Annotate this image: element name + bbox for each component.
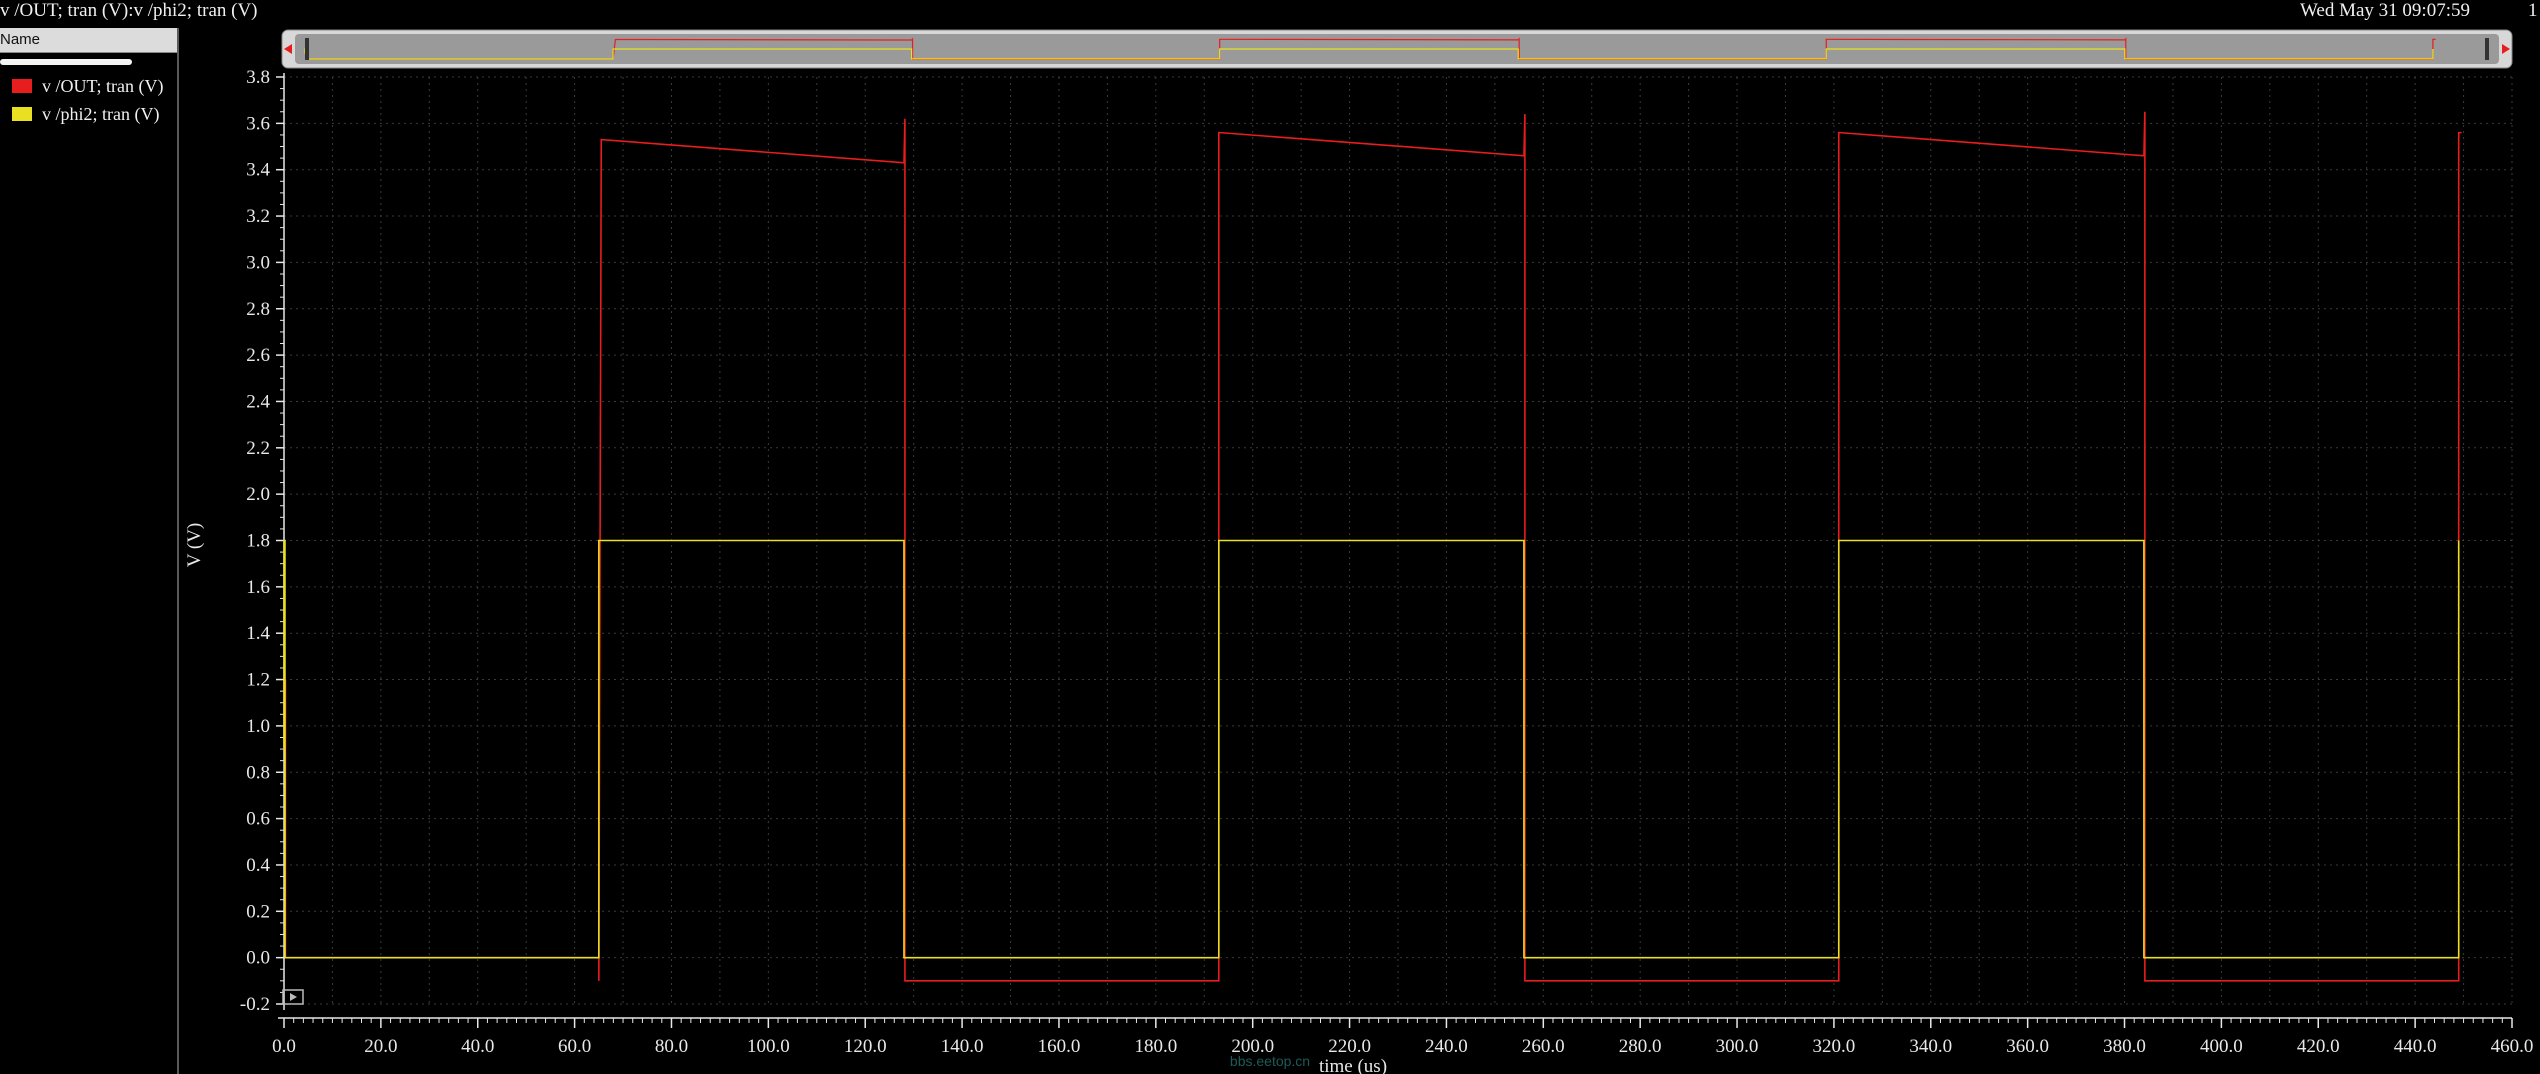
x-tick-label: 280.0 bbox=[1619, 1036, 1662, 1057]
x-tick-label: 220.0 bbox=[1328, 1036, 1371, 1057]
x-tick-label: 100.0 bbox=[747, 1036, 790, 1057]
y-tick-label: 3.0 bbox=[246, 252, 270, 273]
x-tick-label: 420.0 bbox=[2297, 1036, 2340, 1057]
waveform-plot[interactable]: -0.20.00.20.40.60.81.01.21.41.61.82.02.2… bbox=[0, 0, 2540, 1074]
y-tick-label: 1.2 bbox=[246, 670, 270, 691]
y-tick-label: 0.6 bbox=[246, 809, 270, 830]
y-tick-label: 2.2 bbox=[246, 438, 270, 459]
y-tick-label: 0.4 bbox=[246, 855, 270, 876]
watermark: bbs.eetop.cn bbox=[1230, 1053, 1310, 1069]
x-tick-label: 0.0 bbox=[272, 1036, 296, 1057]
trace-phi2 bbox=[283, 539, 2460, 959]
y-tick-label: 1.8 bbox=[246, 531, 270, 552]
plot-axes: -0.20.00.20.40.60.81.01.21.41.61.82.02.2… bbox=[240, 67, 2533, 1057]
y-axis-title: V (V) bbox=[184, 523, 205, 568]
x-tick-label: 160.0 bbox=[1038, 1036, 1081, 1057]
x-tick-label: 20.0 bbox=[364, 1036, 397, 1057]
overview-right-handle-icon[interactable] bbox=[2485, 38, 2489, 60]
x-tick-label: 240.0 bbox=[1425, 1036, 1468, 1057]
y-tick-label: -0.2 bbox=[240, 994, 270, 1015]
y-tick-label: 3.6 bbox=[246, 113, 270, 134]
play-button[interactable] bbox=[282, 989, 304, 1005]
trace-out bbox=[283, 111, 2462, 982]
x-tick-label: 300.0 bbox=[1716, 1036, 1759, 1057]
play-icon bbox=[290, 993, 297, 1001]
x-tick-label: 40.0 bbox=[461, 1036, 494, 1057]
y-tick-label: 2.8 bbox=[246, 299, 270, 320]
x-tick-label: 140.0 bbox=[941, 1036, 984, 1057]
x-tick-label: 440.0 bbox=[2394, 1036, 2437, 1057]
y-tick-label: 1.0 bbox=[246, 716, 270, 737]
x-tick-label: 340.0 bbox=[1909, 1036, 1952, 1057]
x-axis-title: time (us) bbox=[1319, 1056, 1387, 1074]
x-tick-label: 260.0 bbox=[1522, 1036, 1565, 1057]
overview-left-handle-icon[interactable] bbox=[305, 38, 309, 60]
y-tick-label: 1.4 bbox=[246, 623, 270, 644]
y-tick-label: 2.0 bbox=[246, 484, 270, 505]
y-tick-label: 3.2 bbox=[246, 206, 270, 227]
x-tick-label: 60.0 bbox=[558, 1036, 591, 1057]
plot-traces bbox=[283, 111, 2462, 982]
x-tick-label: 400.0 bbox=[2200, 1036, 2243, 1057]
y-tick-label: 0.2 bbox=[246, 901, 270, 922]
y-tick-label: 2.6 bbox=[246, 345, 270, 366]
x-tick-label: 80.0 bbox=[655, 1036, 688, 1057]
x-tick-label: 120.0 bbox=[844, 1036, 887, 1057]
overview-strip[interactable] bbox=[281, 29, 2513, 69]
x-tick-label: 460.0 bbox=[2491, 1036, 2534, 1057]
x-tick-label: 320.0 bbox=[1813, 1036, 1856, 1057]
x-tick-label: 360.0 bbox=[2006, 1036, 2049, 1057]
y-tick-label: 2.4 bbox=[246, 391, 270, 412]
x-tick-label: 180.0 bbox=[1134, 1036, 1177, 1057]
y-tick-label: 0.8 bbox=[246, 762, 270, 783]
y-tick-label: 3.8 bbox=[246, 67, 270, 88]
x-tick-label: 380.0 bbox=[2103, 1036, 2146, 1057]
y-tick-label: 1.6 bbox=[246, 577, 270, 598]
y-tick-label: 0.0 bbox=[246, 948, 270, 969]
y-tick-label: 3.4 bbox=[246, 160, 270, 181]
